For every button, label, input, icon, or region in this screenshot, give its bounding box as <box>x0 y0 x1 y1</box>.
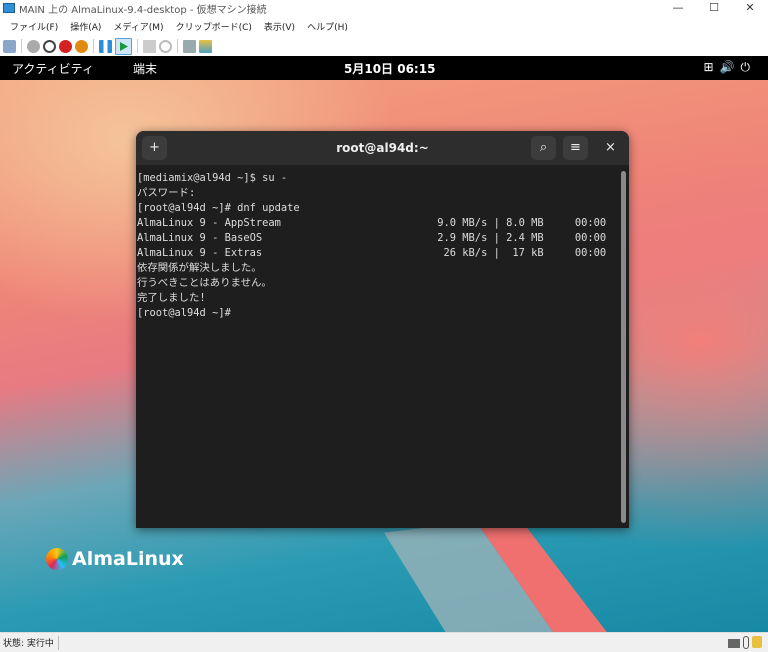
terminal-output[interactable]: [mediamix@al94d ~]$ su - パスワード: [root@al94… <box>136 165 629 321</box>
toolbar <box>0 36 768 56</box>
terminal-line: 完了しました! <box>137 292 206 304</box>
search-button[interactable]: ⌕ <box>531 136 556 160</box>
terminal-line: [root@al94d ~]# <box>137 307 231 319</box>
terminal-line: AlmaLinux 9 - BaseOS 2.9 MB/s | 2.4 MB 0… <box>137 232 607 244</box>
logo-text: AlmaLinux <box>72 548 184 570</box>
keyboard-icon <box>728 639 740 648</box>
window-titlebar: MAIN 上の AlmaLinux-9.4-desktop - 仮想マシン接続 … <box>0 0 768 16</box>
almalinux-logo-icon <box>46 548 68 570</box>
menu-view[interactable]: 表示(V) <box>264 20 295 33</box>
terminal-line: 行うべきことはありません。 <box>137 277 272 289</box>
resume-icon[interactable] <box>115 37 132 55</box>
minimize-button[interactable]: — <box>660 0 696 16</box>
maximize-button[interactable]: ☐ <box>696 0 732 16</box>
close-button[interactable]: ✕ <box>732 0 768 16</box>
checkpoint-icon[interactable] <box>143 39 156 53</box>
app-menu-terminal[interactable]: 端末 <box>133 60 157 77</box>
share-icon[interactable] <box>199 39 212 53</box>
revert-icon[interactable] <box>159 39 172 53</box>
menu-action[interactable]: 操作(A) <box>70 20 101 33</box>
menu-file[interactable]: ファイル(F) <box>10 20 58 33</box>
terminal-line: 依存関係が解決しました。 <box>137 262 262 274</box>
terminal-line: [mediamix@al94d ~]$ su - <box>137 172 288 184</box>
menu-bar: ファイル(F) 操作(A) メディア(M) クリップボード(C) 表示(V) ヘ… <box>0 16 768 36</box>
separator <box>93 39 94 53</box>
lock-icon <box>752 636 762 648</box>
save-icon[interactable] <box>75 39 88 53</box>
status-bar: 状態: 実行中 <box>0 632 768 652</box>
menu-button[interactable]: ≡ <box>563 136 588 160</box>
menu-media[interactable]: メディア(M) <box>113 20 163 33</box>
terminal-line: AlmaLinux 9 - Extras 26 kB/s | 17 kB 00:… <box>137 247 607 259</box>
terminal-line: [root@al94d ~]# dnf update <box>137 202 300 214</box>
activities-button[interactable]: アクティビティ <box>12 60 94 77</box>
start-icon[interactable] <box>27 39 40 53</box>
shutdown-icon[interactable] <box>59 39 72 53</box>
clock[interactable]: 5月10日 06:15 <box>344 60 435 77</box>
turn-off-icon[interactable] <box>43 39 56 53</box>
separator <box>57 635 59 650</box>
menu-clipboard[interactable]: クリップボード(C) <box>176 20 252 33</box>
separator <box>21 39 22 53</box>
terminal-header: + root@al94d:~ ⌕ ≡ × <box>136 131 629 165</box>
vm-connect-icon <box>3 3 15 13</box>
terminal-line: パスワード: <box>137 187 196 199</box>
separator <box>137 39 138 53</box>
almalinux-logo: AlmaLinux <box>46 548 184 570</box>
menu-help[interactable]: ヘルプ(H) <box>307 20 348 33</box>
system-menu-icons[interactable]: ⊞🔊⏻ <box>704 60 757 75</box>
status-text: 状態: 実行中 <box>3 639 54 649</box>
separator <box>177 39 178 53</box>
gnome-top-bar: アクティビティ 端末 5月10日 06:15 ⊞🔊⏻ <box>0 56 768 80</box>
terminal-window[interactable]: + root@al94d:~ ⌕ ≡ × [mediamix@al94d ~]$… <box>136 131 629 528</box>
enhanced-session-icon[interactable] <box>183 39 196 53</box>
scrollbar[interactable] <box>621 171 626 523</box>
close-terminal-button[interactable]: × <box>598 136 623 160</box>
pause-icon[interactable] <box>99 39 112 53</box>
mouse-icon <box>743 636 749 649</box>
window-title: MAIN 上の AlmaLinux-9.4-desktop - 仮想マシン接続 <box>19 4 267 16</box>
ctrl-alt-del-icon[interactable] <box>3 39 16 53</box>
terminal-line: AlmaLinux 9 - AppStream 9.0 MB/s | 8.0 M… <box>137 217 607 229</box>
